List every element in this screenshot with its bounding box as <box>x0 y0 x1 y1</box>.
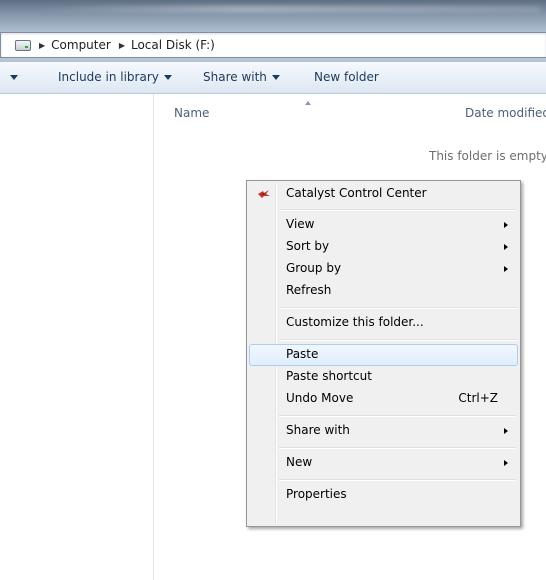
menu-item-group-by[interactable]: Group by <box>249 258 518 280</box>
menu-separator <box>279 209 516 211</box>
column-header-date-modified[interactable]: Date modified <box>465 106 546 120</box>
menu-item-label: Properties <box>286 487 347 501</box>
menu-item-refresh[interactable]: Refresh <box>249 280 518 302</box>
menu-item-catalyst-control-center[interactable]: Catalyst Control Center <box>249 183 518 205</box>
chevron-down-icon <box>10 75 18 80</box>
menu-item-share-with[interactable]: Share with <box>249 420 518 442</box>
submenu-arrow-icon <box>504 460 508 466</box>
breadcrumb-separator-icon[interactable]: ▶ <box>39 41 45 50</box>
menu-item-paste-shortcut[interactable]: Paste shortcut <box>249 366 518 388</box>
submenu-arrow-icon <box>504 428 508 434</box>
context-menu: Catalyst Control Center View Sort by Gro… <box>246 180 521 527</box>
chevron-down-icon <box>271 75 280 80</box>
share-with-label: Share with <box>203 70 267 84</box>
menu-item-new[interactable]: New <box>249 452 518 474</box>
menu-item-label: Paste <box>286 347 319 361</box>
catalyst-control-center-icon <box>258 190 270 198</box>
window-title-bar: ▶ Computer ▶ Local Disk (F:) <box>0 0 546 62</box>
menu-item-label: Group by <box>286 261 342 275</box>
menu-separator <box>279 447 516 449</box>
menu-item-undo-move[interactable]: Undo Move Ctrl+Z <box>249 388 518 410</box>
menu-item-label: Paste shortcut <box>286 369 372 383</box>
menu-item-view[interactable]: View <box>249 214 518 236</box>
submenu-arrow-icon <box>504 244 508 250</box>
menu-separator <box>279 415 516 417</box>
empty-folder-message: This folder is empty. <box>429 149 546 163</box>
chevron-down-icon <box>163 75 172 80</box>
new-folder-button[interactable]: New folder <box>314 62 379 93</box>
menu-item-properties[interactable]: Properties <box>249 484 518 506</box>
menu-item-label: View <box>286 217 315 231</box>
menu-item-paste[interactable]: Paste <box>249 344 518 366</box>
address-bar[interactable]: ▶ Computer ▶ Local Disk (F:) <box>0 32 546 58</box>
menu-item-customize-folder[interactable]: Customize this folder... <box>249 312 518 334</box>
menu-item-label: Catalyst Control Center <box>286 186 427 200</box>
hard-drive-icon <box>15 39 31 51</box>
navigation-pane[interactable] <box>0 94 154 580</box>
menu-separator <box>279 339 516 341</box>
menu-item-sort-by[interactable]: Sort by <box>249 236 518 258</box>
include-in-library-label: Include in library <box>58 70 159 84</box>
menu-separator <box>279 307 516 309</box>
submenu-arrow-icon <box>504 222 508 228</box>
breadcrumb-separator-icon[interactable]: ▶ <box>119 41 125 50</box>
submenu-arrow-icon <box>504 266 508 272</box>
menu-item-shortcut: Ctrl+Z <box>458 391 498 405</box>
menu-item-label: New <box>286 455 313 469</box>
breadcrumb-local-disk[interactable]: Local Disk (F:) <box>131 38 215 52</box>
breadcrumb-computer[interactable]: Computer <box>51 38 111 52</box>
sort-ascending-icon <box>305 101 311 105</box>
menu-item-label: Customize this folder... <box>286 315 424 329</box>
menu-item-label: Share with <box>286 423 350 437</box>
title-bar-glass <box>40 6 540 12</box>
column-header-name[interactable]: Name <box>174 106 209 120</box>
menu-item-label: Sort by <box>286 239 330 253</box>
organize-dropdown[interactable] <box>10 62 18 93</box>
menu-item-label: Refresh <box>286 283 332 297</box>
command-toolbar: Include in library Share with New folder <box>0 62 546 94</box>
include-in-library-button[interactable]: Include in library <box>58 62 172 93</box>
menu-item-label: Undo Move <box>286 391 354 405</box>
menu-separator <box>279 479 516 481</box>
share-with-button[interactable]: Share with <box>203 62 280 93</box>
